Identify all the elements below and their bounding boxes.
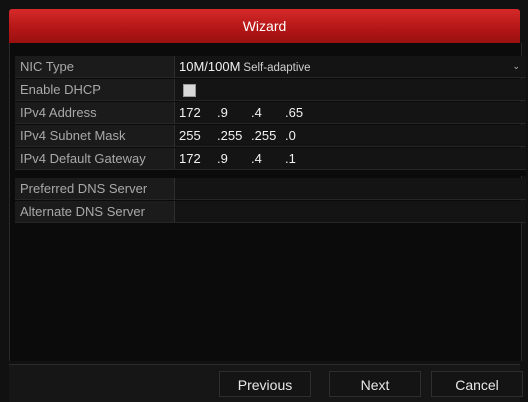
ipv4-default-gateway-label: IPv4 Default Gateway — [15, 147, 175, 169]
gateway-octet-3[interactable]: .4 — [251, 148, 285, 169]
alternate-dns-row: Alternate DNS Server — [15, 200, 526, 223]
ipv4-default-gateway-row: IPv4 Default Gateway 172.9.4.1 — [15, 147, 526, 170]
gateway-octet-2[interactable]: .9 — [217, 148, 251, 169]
subnet-mask-octet-4[interactable]: .0 — [285, 125, 296, 146]
nic-type-value: 10M/100M — [179, 58, 241, 74]
next-button[interactable]: Next — [329, 371, 421, 397]
enable-dhcp-row: Enable DHCP — [15, 78, 526, 101]
preferred-dns-label: Preferred DNS Server — [15, 177, 175, 199]
ipv4-address-label: IPv4 Address — [15, 101, 175, 123]
button-bar: Previous Next Cancel — [9, 364, 523, 402]
ipv4-subnet-mask-label: IPv4 Subnet Mask — [15, 124, 175, 146]
wizard-dialog: Wizard NIC Type 10M/100M Self-adaptive ⌄ … — [0, 0, 528, 402]
title-bar: Wizard — [9, 9, 520, 43]
ipv4-address-octet-3[interactable]: .4 — [251, 102, 285, 123]
gateway-octet-1[interactable]: 172 — [179, 148, 217, 169]
wizard-content: NIC Type 10M/100M Self-adaptive ⌄ Enable … — [9, 43, 526, 361]
ipv4-address-row: IPv4 Address 172.9.4.65 — [15, 101, 526, 124]
enable-dhcp-cell — [175, 78, 526, 100]
ipv4-subnet-mask-field[interactable]: 255.255.255.0 — [175, 124, 526, 146]
ipv4-subnet-mask-row: IPv4 Subnet Mask 255.255.255.0 — [15, 124, 526, 147]
cancel-button[interactable]: Cancel — [431, 371, 523, 397]
ipv4-address-octet-4[interactable]: .65 — [285, 102, 303, 123]
ipv4-address-octet-1[interactable]: 172 — [179, 102, 217, 123]
ipv4-default-gateway-field[interactable]: 172.9.4.1 — [175, 147, 526, 169]
window-title: Wizard — [242, 18, 287, 34]
enable-dhcp-label: Enable DHCP — [15, 78, 175, 100]
subnet-mask-octet-2[interactable]: .255 — [217, 125, 251, 146]
gateway-octet-4[interactable]: .1 — [285, 148, 296, 169]
preferred-dns-field[interactable] — [175, 177, 526, 199]
subnet-mask-octet-3[interactable]: .255 — [251, 125, 285, 146]
section-divider — [15, 170, 526, 176]
ipv4-address-field[interactable]: 172.9.4.65 — [175, 101, 526, 123]
nic-type-sub-value: Self-adaptive — [243, 61, 311, 74]
chevron-down-icon[interactable]: ⌄ — [512, 56, 520, 77]
nic-type-select[interactable]: 10M/100M Self-adaptive ⌄ — [175, 55, 526, 77]
alternate-dns-field[interactable] — [175, 200, 526, 222]
preferred-dns-row: Preferred DNS Server — [15, 177, 526, 200]
alternate-dns-label: Alternate DNS Server — [15, 200, 175, 222]
ipv4-address-octet-2[interactable]: .9 — [217, 102, 251, 123]
nic-type-label: NIC Type — [15, 55, 175, 77]
subnet-mask-octet-1[interactable]: 255 — [179, 125, 217, 146]
nic-type-row: NIC Type 10M/100M Self-adaptive ⌄ — [15, 55, 526, 78]
previous-button[interactable]: Previous — [219, 371, 311, 397]
enable-dhcp-checkbox[interactable] — [183, 83, 196, 97]
